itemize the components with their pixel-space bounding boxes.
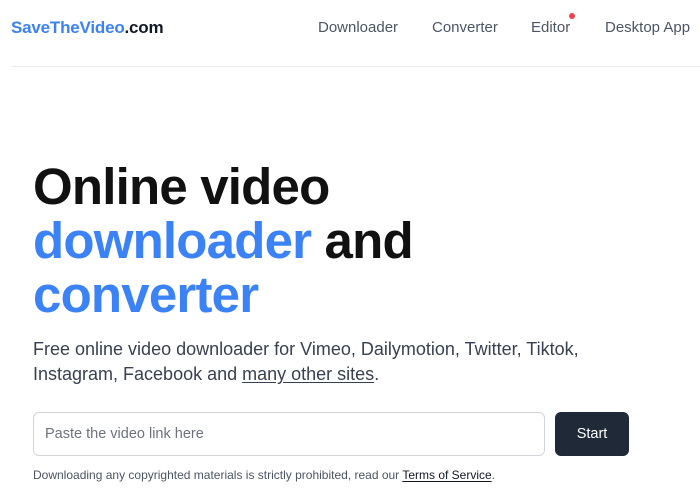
disclaimer-end: . [491, 468, 496, 482]
hero-description-end: . [374, 364, 380, 384]
nav-downloader[interactable]: Downloader [318, 19, 398, 36]
hero-title-line1: Online video [33, 158, 330, 215]
start-button[interactable]: Start [555, 412, 629, 456]
hero-description: Free online video downloader for Vimeo, … [33, 337, 653, 387]
video-url-input[interactable] [33, 412, 545, 456]
nav-converter[interactable]: Converter [432, 19, 498, 36]
page: SaveTheVideo.com Downloader Converter Ed… [0, 0, 700, 498]
hero-title-and: and [311, 212, 414, 269]
hero-title-accent-converter: converter [33, 266, 259, 323]
site-header: SaveTheVideo.com Downloader Converter Ed… [11, 0, 700, 67]
many-other-sites-link[interactable]: many other sites [242, 364, 374, 384]
disclaimer: Downloading any copyrighted materials is… [33, 468, 495, 482]
editor-notification-dot [569, 13, 575, 19]
nav-desktop-app[interactable]: Desktop App [605, 19, 690, 36]
main-nav: Downloader Converter Editor Desktop App [11, 19, 700, 39]
hero-title-accent-downloader: downloader [33, 212, 312, 269]
terms-of-service-link[interactable]: Terms of Service [402, 468, 491, 482]
disclaimer-text: Downloading any copyrighted materials is… [33, 468, 403, 482]
nav-editor[interactable]: Editor [531, 19, 570, 36]
hero-title: Online video downloader and converter [33, 158, 414, 323]
